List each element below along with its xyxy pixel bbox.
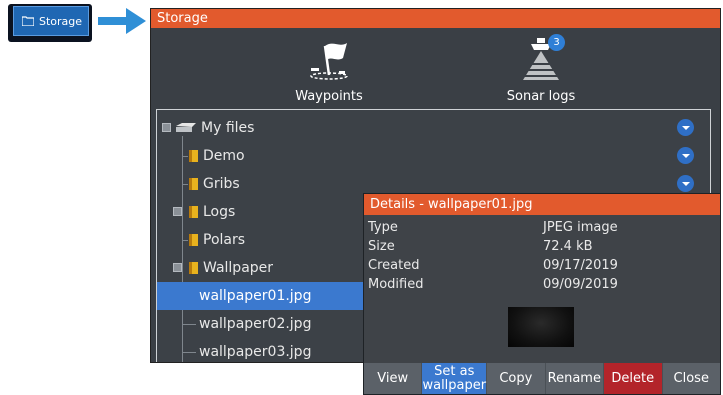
tree-item-label: Logs <box>203 204 236 220</box>
expand-toggle[interactable] <box>173 263 182 272</box>
tree-connector <box>182 240 188 241</box>
detail-key: Created <box>368 258 420 273</box>
sonar-logs-badge: 3 <box>548 34 565 51</box>
details-dialog: Details - wallpaper01.jpg Type JPEG imag… <box>363 193 721 395</box>
tree-item-label: wallpaper02.jpg <box>199 316 312 332</box>
view-button[interactable]: View <box>364 363 423 394</box>
folder-icon <box>189 150 198 162</box>
chevron-down-icon[interactable] <box>677 119 694 136</box>
expand-toggle[interactable] <box>162 123 171 132</box>
detail-value: 72.4 kB <box>543 239 593 254</box>
drive-icon <box>176 123 196 132</box>
tree-item-label: Gribs <box>203 176 240 192</box>
tree-connector <box>182 156 188 157</box>
tree-connector <box>182 184 188 185</box>
chevron-down-icon[interactable] <box>677 175 694 192</box>
tree-item-label: Wallpaper <box>203 260 274 276</box>
expand-toggle[interactable] <box>173 207 182 216</box>
sonar-logs-button[interactable]: 3 Sonar logs <box>486 34 596 104</box>
delete-button[interactable]: Delete <box>604 363 663 394</box>
tree-item-my-files[interactable]: My files <box>157 114 710 142</box>
storage-category-bar: Waypoints 3 Sonar logs <box>151 28 720 109</box>
tree-connector <box>182 352 196 353</box>
chevron-down-icon[interactable] <box>677 147 694 164</box>
waypoint-flag-icon <box>310 43 348 80</box>
detail-value: 09/17/2019 <box>543 258 618 273</box>
tree-item-label: wallpaper03.jpg <box>199 344 312 360</box>
sonar-logs-label: Sonar logs <box>506 89 576 104</box>
detail-key: Type <box>368 220 398 235</box>
detail-value: 09/09/2019 <box>543 277 618 292</box>
tree-item-label: Demo <box>203 148 245 164</box>
detail-key: Modified <box>368 277 424 292</box>
waypoints-button[interactable]: Waypoints <box>274 34 384 104</box>
tree-item-label: Polars <box>203 232 246 248</box>
storage-shortcut-button[interactable]: Storage <box>13 6 89 36</box>
storage-title: Storage <box>151 9 720 28</box>
rename-button[interactable]: Rename <box>545 363 605 394</box>
details-title: Details - wallpaper01.jpg <box>364 194 720 215</box>
arrow-right-icon <box>98 8 146 34</box>
folder-icon <box>22 16 34 26</box>
tree-item-label: My files <box>201 120 255 136</box>
storage-shortcut-label: Storage <box>39 14 83 28</box>
set-as-wallpaper-button[interactable]: Set as wallpaper <box>422 363 488 394</box>
folder-icon <box>189 178 198 190</box>
detail-value: JPEG image <box>543 220 618 235</box>
image-thumbnail <box>508 307 574 347</box>
folder-icon <box>189 234 198 246</box>
detail-key: Size <box>368 239 395 254</box>
folder-icon <box>189 262 198 274</box>
tree-item-label: wallpaper01.jpg <box>199 288 312 304</box>
close-button[interactable]: Close <box>662 363 720 394</box>
tree-item-demo[interactable]: Demo <box>157 142 710 170</box>
waypoints-label: Waypoints <box>295 89 363 104</box>
folder-icon <box>189 206 198 218</box>
details-button-bar: View Set as wallpaper Copy Rename Delete… <box>364 363 720 394</box>
copy-button[interactable]: Copy <box>487 363 546 394</box>
tree-connector <box>182 324 196 325</box>
